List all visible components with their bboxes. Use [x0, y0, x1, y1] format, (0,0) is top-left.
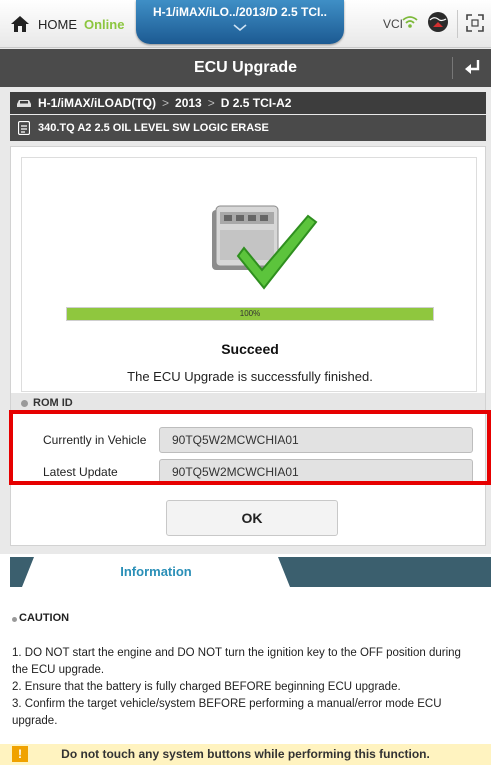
warning-icon: !	[12, 746, 28, 762]
home-icon[interactable]	[10, 14, 30, 34]
tab-information-label[interactable]: Information	[22, 557, 290, 587]
back-arrow-icon[interactable]	[462, 58, 484, 78]
breadcrumb-item-model: H-1/iMAX/iLOAD(TQ)	[38, 96, 156, 110]
progress-bar: 100%	[66, 307, 434, 321]
fullscreen-icon[interactable]	[465, 13, 485, 33]
caution-note: 3. Confirm the target vehicle/system BEF…	[12, 698, 442, 727]
chevron-down-icon	[233, 24, 247, 32]
result-status: Succeed	[221, 341, 279, 357]
procedure-title: 340.TQ A2 2.5 OIL LEVEL SW LOGIC ERASE	[38, 122, 269, 134]
breadcrumb-separator: >	[162, 96, 170, 110]
divider	[452, 57, 453, 79]
vehicle-name: H-1/iMAX/iLO../2013/D 2.5 TCI..	[152, 5, 328, 19]
bullet-icon	[21, 400, 28, 407]
breadcrumb-item-year: 2013	[175, 96, 202, 110]
title-bar: ECU Upgrade	[0, 49, 491, 87]
highlight-box	[9, 410, 491, 485]
top-bar: HOME Online H-1/iMAX/iLO../2013/D 2.5 TC…	[0, 0, 491, 48]
breadcrumb: H-1/iMAX/iLOAD(TQ) >2013 > D 2.5 TCI-A2	[10, 92, 486, 114]
vci-label: VCI	[383, 17, 404, 31]
document-icon	[18, 121, 30, 135]
globe-update-icon[interactable]	[426, 10, 450, 34]
wifi-signal-icon	[402, 16, 418, 28]
caution-title: CAUTION	[19, 612, 70, 624]
result-box: 100% Succeed The ECU Upgrade is successf…	[21, 157, 477, 392]
caution-note: 1. DO NOT start the engine and DO NOT tu…	[12, 647, 461, 676]
warning-text: Do not touch any system buttons while pe…	[61, 747, 430, 761]
home-label[interactable]: HOME	[38, 17, 77, 32]
ecu-success-icon	[212, 205, 318, 290]
ok-button[interactable]: OK	[166, 500, 338, 536]
progress-percent: 100%	[239, 309, 261, 318]
connection-status: Online	[84, 17, 125, 32]
page-title: ECU Upgrade	[193, 59, 298, 76]
breadcrumb-path: H-1/iMAX/iLOAD(TQ) >2013 > D 2.5 TCI-A2	[38, 92, 291, 114]
bullet-icon	[12, 617, 17, 622]
procedure-title-bar: 340.TQ A2 2.5 OIL LEVEL SW LOGIC ERASE	[10, 115, 486, 141]
caution-notes: 1. DO NOT start the engine and DO NOT tu…	[12, 645, 480, 730]
breadcrumb-separator: >	[207, 96, 215, 110]
result-message: The ECU Upgrade is successfully finished…	[127, 369, 373, 384]
warning-bar: Do not touch any system buttons while pe…	[0, 744, 491, 765]
vehicle-selector[interactable]: H-1/iMAX/iLO../2013/D 2.5 TCI..	[136, 0, 344, 44]
caution-note: 2. Ensure that the battery is fully char…	[12, 681, 401, 693]
breadcrumb-item-engine: D 2.5 TCI-A2	[220, 96, 292, 110]
divider	[457, 10, 458, 38]
upgrade-panel: 100% Succeed The ECU Upgrade is successf…	[10, 146, 486, 546]
car-icon	[17, 100, 31, 107]
